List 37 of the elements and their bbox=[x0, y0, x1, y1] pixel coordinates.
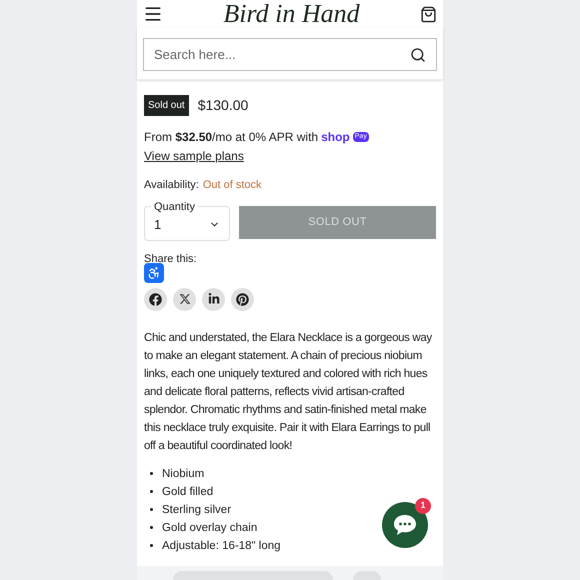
facebook-share-button[interactable] bbox=[144, 288, 167, 310]
bullet-icon bbox=[150, 544, 153, 547]
feature-item: Gold overlay chain bbox=[162, 520, 258, 536]
facebook-icon bbox=[149, 292, 162, 306]
accessibility-button[interactable] bbox=[144, 263, 164, 283]
search-input[interactable]: Search here... bbox=[154, 44, 410, 64]
availability-label: Availability: bbox=[144, 178, 199, 193]
sold-out-badge: Sold out bbox=[144, 95, 189, 116]
shopping-bag-icon[interactable] bbox=[420, 6, 437, 22]
installment-text: From $32.50/mo at 0% APR with bbox=[144, 129, 318, 146]
notification-badge: 1 bbox=[415, 498, 431, 514]
feature-item: Gold filled bbox=[162, 484, 214, 500]
store-logo: Bird in Hand bbox=[223, 0, 360, 28]
chat-button[interactable] bbox=[382, 502, 428, 548]
share-label: Share this: bbox=[144, 252, 197, 264]
chat-bubble-icon bbox=[392, 513, 418, 537]
bullet-icon bbox=[150, 508, 153, 511]
x-icon bbox=[178, 293, 190, 305]
bullet-icon bbox=[150, 490, 153, 493]
accessibility-icon bbox=[147, 266, 161, 280]
pinterest-icon bbox=[236, 292, 249, 306]
availability-value: Out of stock bbox=[202, 178, 262, 193]
sample-plans-link[interactable]: View sample plans bbox=[144, 147, 436, 165]
product-description: Chic and understated, the Elara Necklace is a gorgeous way to make an elegant statement. A chain of precious niobium links, each one uniquely textured and colored with rich hues and delicate floral patterns, reflects vivid artisan-crafted splendor. Chromatic rhythms and satin-finished metal make this necklace truly exquisite. Pair it with Elara Earrings to pull off a beautiful coordinated look! bbox=[144, 330, 433, 454]
feature-item: Sterling silver bbox=[162, 502, 232, 518]
feature-item: Niobium bbox=[162, 466, 204, 482]
pinterest-share-button[interactable] bbox=[231, 288, 254, 310]
linkedin-share-button[interactable] bbox=[202, 288, 225, 310]
price: $130.00 bbox=[198, 96, 248, 115]
bullet-icon bbox=[150, 526, 153, 529]
bullet-icon bbox=[150, 472, 153, 475]
search-field[interactable]: Search here... bbox=[143, 38, 437, 71]
shop-logo: shop bbox=[321, 129, 350, 146]
linkedin-icon bbox=[208, 293, 220, 305]
search-icon[interactable] bbox=[410, 46, 426, 62]
feature-item: Adjustable: 16-18" long bbox=[162, 538, 281, 554]
x-share-button[interactable] bbox=[173, 288, 196, 310]
